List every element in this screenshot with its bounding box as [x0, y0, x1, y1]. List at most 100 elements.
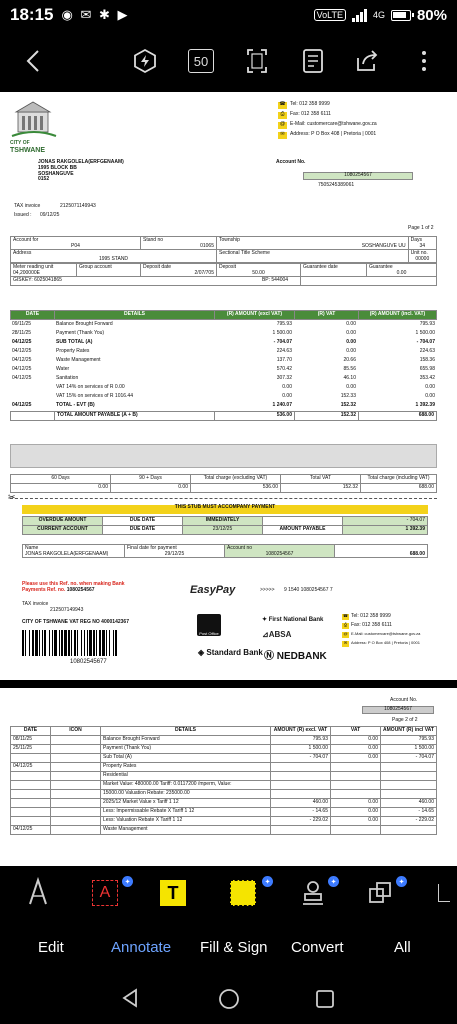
ai-button[interactable] — [130, 44, 160, 78]
p2-account-no: 1080254567 — [362, 706, 434, 714]
stub-title: THIS STUB MUST ACCOMPANY PAYMENT — [22, 504, 428, 514]
cell-vat: 0.00 — [346, 384, 356, 390]
charges-rows: 09/11/25 Balance Brought Forward 795.93 0.0… — [10, 321, 437, 411]
tab-edit[interactable]: Edit — [38, 939, 64, 956]
p2-cell — [270, 789, 331, 799]
p2-waste-row: 04/12/25 Waste Management — [10, 825, 437, 835]
cell-excl: 307.32 — [276, 375, 292, 381]
post-office-logo: Post Office — [197, 614, 221, 636]
area-highlight-tool-button[interactable] — [230, 880, 256, 906]
p2-cell — [380, 771, 437, 781]
share-button[interactable] — [352, 44, 382, 78]
cell-date: 04/12/25 — [12, 357, 32, 363]
cell-date: 28/11/25 — [12, 330, 32, 336]
issued-label: Issued : — [14, 212, 32, 218]
document-page-1[interactable]: CITY OF TSHWANE ☎ Tel: 012 358 9999 ⎙ Fax:… — [0, 92, 457, 680]
signal-icon — [351, 8, 367, 22]
payment-barcode — [22, 630, 182, 656]
at-icon: @ — [278, 120, 287, 129]
tab-annotate[interactable]: Annotate — [111, 939, 171, 956]
p2-rates-row: Less: Impermissable Rebate X Tariff 1 12… — [10, 807, 437, 817]
fit-screen-button[interactable] — [242, 44, 272, 78]
cell-incl: 224.63 — [419, 348, 435, 354]
p2-cell — [270, 825, 331, 835]
cell-excl: 0.00 — [282, 393, 292, 399]
reading-mode-button[interactable] — [298, 44, 328, 78]
p2-cell: 04/12/25 — [10, 762, 51, 772]
barcode-bar — [52, 630, 53, 656]
p2-header-h_incl: AMOUNT (R) incl VAT — [380, 726, 437, 736]
p2-cell: Less: Impermissable Rebate X Tariff 1 12 — [100, 807, 271, 817]
barcode-bar — [49, 630, 50, 656]
p2-cell — [380, 825, 437, 835]
p2-cell — [380, 789, 437, 799]
p2-header-h_details: DETAILS — [100, 726, 271, 736]
p2-cell: 795.93 — [270, 735, 331, 745]
cell-date: 04/12/25 — [12, 375, 32, 381]
logo-line2: TSHWANE — [10, 146, 45, 154]
barcode-bar — [35, 630, 38, 656]
p2-cell: 15000.00 Valuation Rebate: 235000.00 — [100, 789, 271, 799]
hexagon-icon — [134, 48, 156, 74]
barcode-bar — [115, 630, 117, 656]
shapes-tool-button[interactable] — [368, 880, 394, 911]
p2-cell — [330, 771, 381, 781]
more-tools-icon[interactable] — [438, 884, 450, 902]
nav-recents-icon[interactable] — [315, 989, 335, 1009]
col-vat: (R) VAT — [294, 310, 359, 320]
easypay-logo: EasyPay — [190, 584, 236, 596]
charge-row: 04/12/25 TOTAL - EVT (B) 1 240.07 152.32 1 3… — [10, 402, 437, 411]
document-page-2[interactable]: Account No. 1080254567 Page 2 of 2 DATE I… — [0, 688, 457, 866]
tab-convert[interactable]: Convert — [291, 939, 344, 956]
cell-details: Sanitation — [56, 375, 79, 381]
cell-details: VAT 15% on services of R 1016.44 — [56, 393, 133, 399]
barcode-bar — [29, 630, 30, 656]
pen-icon — [29, 876, 47, 905]
p2-cell: 0.00 — [330, 744, 381, 754]
p2-cell — [10, 789, 51, 799]
highlight-tool-button[interactable]: T — [160, 880, 186, 906]
tab-all[interactable]: All — [394, 939, 411, 956]
p2-cell — [10, 798, 51, 808]
stamp-tool-button[interactable] — [300, 880, 326, 911]
cell-date — [10, 384, 54, 393]
page-count-button[interactable]: 50 — [186, 44, 216, 78]
tab-fill-sign[interactable]: Fill & Sign — [200, 939, 268, 956]
p2-cell — [50, 753, 101, 763]
cell-vat: 152.32 — [340, 402, 356, 408]
nav-home-icon[interactable] — [218, 988, 240, 1010]
p2-account-label: Account No. — [390, 697, 418, 703]
pen-tool-button[interactable] — [26, 876, 50, 911]
barcode-bar — [96, 630, 97, 656]
more-menu-button[interactable] — [412, 44, 436, 78]
p2-page-indicator: Page 2 of 2 — [392, 717, 418, 723]
share-icon — [357, 50, 378, 71]
back-button[interactable] — [18, 44, 48, 78]
cell-date: 04/12/25 — [12, 348, 32, 354]
cell-incl: 655.98 — [419, 366, 435, 372]
battery-level: 80% — [416, 6, 447, 24]
barcode-bar — [113, 630, 114, 656]
p2-cell — [330, 780, 381, 790]
network-type: 4G — [372, 10, 385, 20]
p2-cell: - 704.07 — [380, 753, 437, 763]
barcode-bar — [89, 630, 92, 656]
mode-tabs: Edit Annotate Fill & Sign Convert All — [0, 922, 457, 972]
annotation-toolbar: A ✦ T ✦ ✦ ✦ — [0, 866, 457, 922]
notification-icons: ◉ ✉ ✱ ▶ — [61, 7, 130, 22]
tax-label-stub: TAX invoice — [22, 601, 49, 607]
volte-badge: VoLTE — [313, 9, 346, 21]
more-vertical-icon — [422, 51, 426, 71]
barcode-bar — [102, 630, 105, 656]
mail-icon: ✉ — [342, 640, 349, 647]
text-box-icon: A — [99, 884, 111, 901]
nav-back-icon[interactable] — [120, 988, 140, 1008]
p2-cell: Market Value: 480000.00 Tariff: 0.011720… — [100, 780, 271, 790]
p2-cell: Balance Brought Forward — [100, 735, 271, 745]
text-box-tool-button[interactable]: A — [92, 880, 118, 906]
p2-cell: 2025/12 Market Value x Tariff 1 12 — [100, 798, 271, 808]
at-icon: @ — [342, 631, 349, 638]
p2-cell — [50, 744, 101, 754]
cell-incl: 795.93 — [419, 321, 435, 327]
cell-vat: 20.66 — [343, 357, 356, 363]
